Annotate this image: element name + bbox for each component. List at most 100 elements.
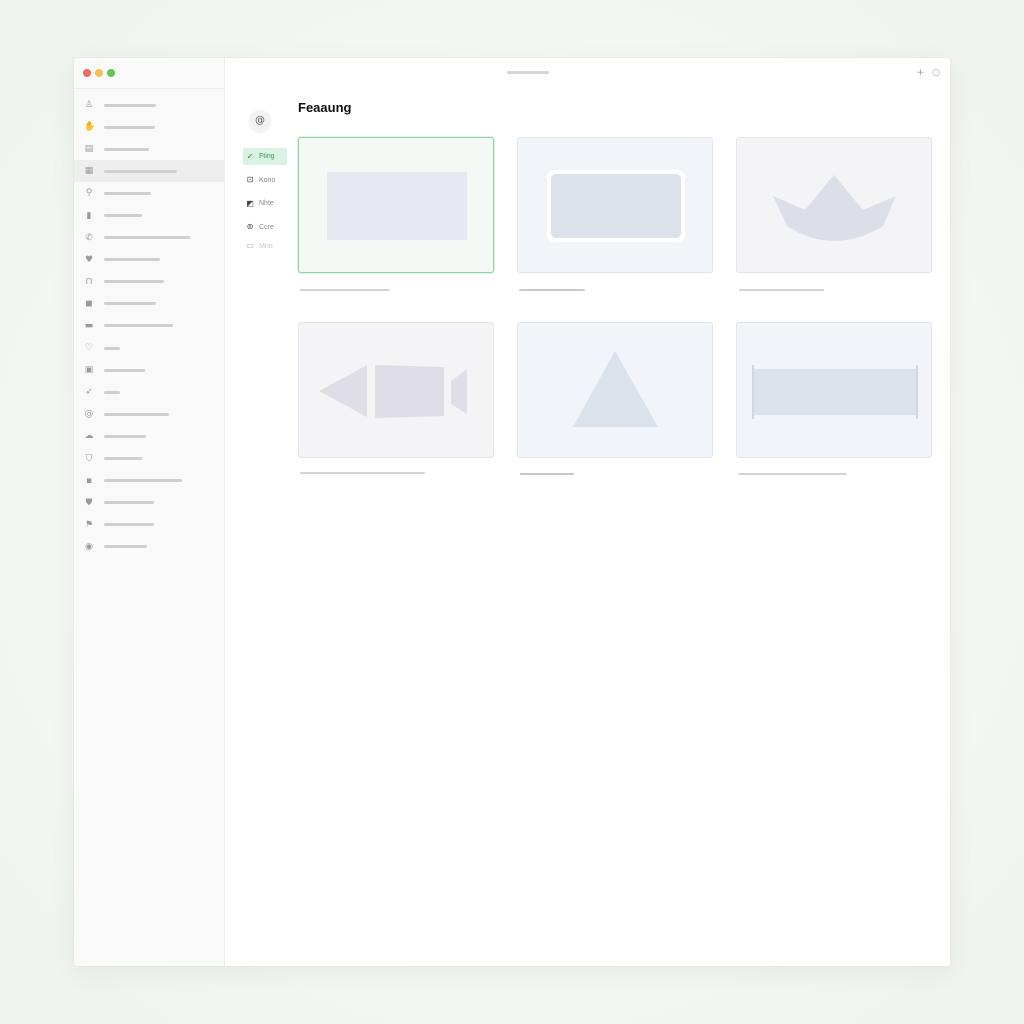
add-icon[interactable]: + xyxy=(917,66,925,80)
inbox-icon: ▤ xyxy=(84,144,94,155)
sidebar-item-label-placeholder xyxy=(104,214,142,218)
subnav-item-fting[interactable]: ✓ Fting xyxy=(243,148,287,165)
check-icon: ✓ xyxy=(246,151,254,161)
card-icon: ▬ xyxy=(84,320,94,331)
subnav-item-label: Fting xyxy=(259,153,275,160)
window-drag-handle[interactable] xyxy=(507,71,549,74)
sidebar-item-label-placeholder xyxy=(104,191,151,195)
subnav-item-mno[interactable]: ▭ Mno xyxy=(243,242,287,250)
sidebar-item-label-placeholder xyxy=(104,523,154,527)
top-actions: + ○ xyxy=(917,66,940,80)
card-rounded-rectangle[interactable] xyxy=(517,137,713,273)
card-caption-placeholder xyxy=(519,289,585,291)
bookmark-icon: ⊓ xyxy=(85,276,93,287)
frame-icon: ⊡ xyxy=(246,175,254,184)
bird-icon: ➶ xyxy=(85,387,93,398)
card-rectangle[interactable] xyxy=(298,137,494,273)
sidebar-item-label-placeholder xyxy=(104,125,155,129)
sidebar-item-20[interactable]: ⚑ xyxy=(74,514,224,536)
window-titlebar-left xyxy=(74,58,224,89)
card-caption-placeholder xyxy=(300,472,425,474)
main-area: + ○ @ ✓ Fting ⊡ Kono ◩ Nhte ⊚ Ccre ▭ Mno… xyxy=(225,58,950,966)
heart-outline-icon: ♡ xyxy=(84,343,94,354)
subnav-item-kono[interactable]: ⊡ Kono xyxy=(243,172,287,189)
sidebar-item-label-placeholder xyxy=(104,457,142,461)
settings-circle-icon[interactable]: ○ xyxy=(932,66,940,80)
card-caption-placeholder xyxy=(739,289,824,291)
card-bar[interactable] xyxy=(736,322,932,458)
sidebar-item-label-placeholder xyxy=(104,103,156,107)
sidebar-item-label-placeholder xyxy=(104,434,146,438)
bag-icon: ◼ xyxy=(85,298,93,309)
circle-icon: ⊚ xyxy=(246,222,254,231)
avatar[interactable]: @ xyxy=(249,110,271,132)
card-arrow-shapes[interactable] xyxy=(298,322,494,458)
close-window-button[interactable] xyxy=(83,69,91,77)
crown-shape xyxy=(773,175,896,241)
sidebar-item-7[interactable]: ✆ xyxy=(74,227,224,249)
flag-icon: ⚑ xyxy=(84,519,94,530)
card-caption-placeholder xyxy=(520,473,574,475)
sidebar-item-label-placeholder xyxy=(104,412,169,416)
subnav-item-ccre[interactable]: ⊚ Ccre xyxy=(243,219,287,236)
note-icon: ◩ xyxy=(246,198,254,208)
sidebar-nav: ♙ ✋ ▤ ▦ ⚲ ▮ ✆ ♥ ⊓ ◼ ▬ ♡ ▣ ➶ @ ☁ ⛉ ▪ ⛊ ⚑ … xyxy=(74,94,224,558)
sidebar-item-11[interactable]: ▬ xyxy=(74,315,224,337)
sidebar-item-9[interactable]: ⊓ xyxy=(74,271,224,293)
sidebar-item-18[interactable]: ▪ xyxy=(74,470,224,492)
search-person-icon: ⚲ xyxy=(85,188,93,199)
card-triangle[interactable] xyxy=(517,322,713,458)
sidebar-item-15[interactable]: @ xyxy=(74,403,224,425)
card-caption-placeholder xyxy=(300,289,390,291)
sidebar-item-label-placeholder xyxy=(104,390,120,394)
sidebar-item-8[interactable]: ♥ xyxy=(74,249,224,271)
rectangle-shape xyxy=(327,172,467,240)
subnav-item-nhte[interactable]: ◩ Nhte xyxy=(243,195,287,212)
sidebar-item-6[interactable]: ▮ xyxy=(74,204,224,226)
image-icon: ▣ xyxy=(84,365,94,376)
sidebar-item-2[interactable]: ✋ xyxy=(74,116,224,138)
zoom-window-button[interactable] xyxy=(107,69,115,77)
grid-icon: ▪ xyxy=(85,475,93,486)
subnav-item-label: Ccre xyxy=(259,223,274,231)
cloud-icon: ☁ xyxy=(84,431,94,442)
sidebar-item-13[interactable]: ▣ xyxy=(74,359,224,381)
minimize-window-button[interactable] xyxy=(95,69,103,77)
sidebar-item-16[interactable]: ☁ xyxy=(74,425,224,447)
sidebar-item-19[interactable]: ⛊ xyxy=(74,492,224,514)
sidebar-item-label-placeholder xyxy=(104,302,156,306)
sidebar-item-21[interactable]: ◉ xyxy=(74,536,224,558)
location-icon: ◉ xyxy=(85,541,93,552)
card-crown[interactable] xyxy=(736,137,932,273)
sidebar-item-1[interactable]: ♙ xyxy=(74,94,224,116)
sidebar-item-label-placeholder xyxy=(104,479,182,483)
rounded-rectangle-shape xyxy=(551,174,681,238)
person-icon: ♙ xyxy=(84,100,94,111)
sidebar-item-label-placeholder xyxy=(104,147,149,151)
sidebar-item-14[interactable]: ➶ xyxy=(74,381,224,403)
sidebar-item-label-placeholder xyxy=(104,368,145,372)
lock-icon: ▮ xyxy=(86,210,92,221)
sidebar-item-label-placeholder xyxy=(104,324,173,328)
sidebar-item-label-placeholder xyxy=(104,258,160,262)
sidebar-item-label-placeholder xyxy=(104,501,154,505)
triangle-shape xyxy=(573,351,658,427)
arrow-shapes xyxy=(319,365,467,418)
sidebar-item-label-placeholder xyxy=(104,236,190,240)
sidebar-item-4[interactable]: ▦ xyxy=(74,160,224,183)
sidebar-item-3[interactable]: ▤ xyxy=(74,138,224,160)
sidebar-item-12[interactable]: ♡ xyxy=(74,337,224,359)
at-icon: @ xyxy=(84,409,94,420)
sidebar-item-17[interactable]: ⛉ xyxy=(74,448,224,470)
sidebar-item-5[interactable]: ⚲ xyxy=(74,182,224,204)
badge-icon: ⛊ xyxy=(85,497,93,508)
phone-icon: ✆ xyxy=(85,232,93,243)
page-title: Feaaung xyxy=(298,100,352,115)
subnav-item-label: Nhte xyxy=(259,200,274,207)
sidebar-item-label-placeholder xyxy=(104,346,120,350)
subnav-item-label: Mno xyxy=(259,242,273,250)
bar-shape xyxy=(752,365,918,419)
secondary-nav-list: ✓ Fting ⊡ Kono ◩ Nhte ⊚ Ccre ▭ Mno xyxy=(243,148,287,257)
sidebar-item-10[interactable]: ◼ xyxy=(74,293,224,315)
sidebar-item-label-placeholder xyxy=(104,545,147,549)
